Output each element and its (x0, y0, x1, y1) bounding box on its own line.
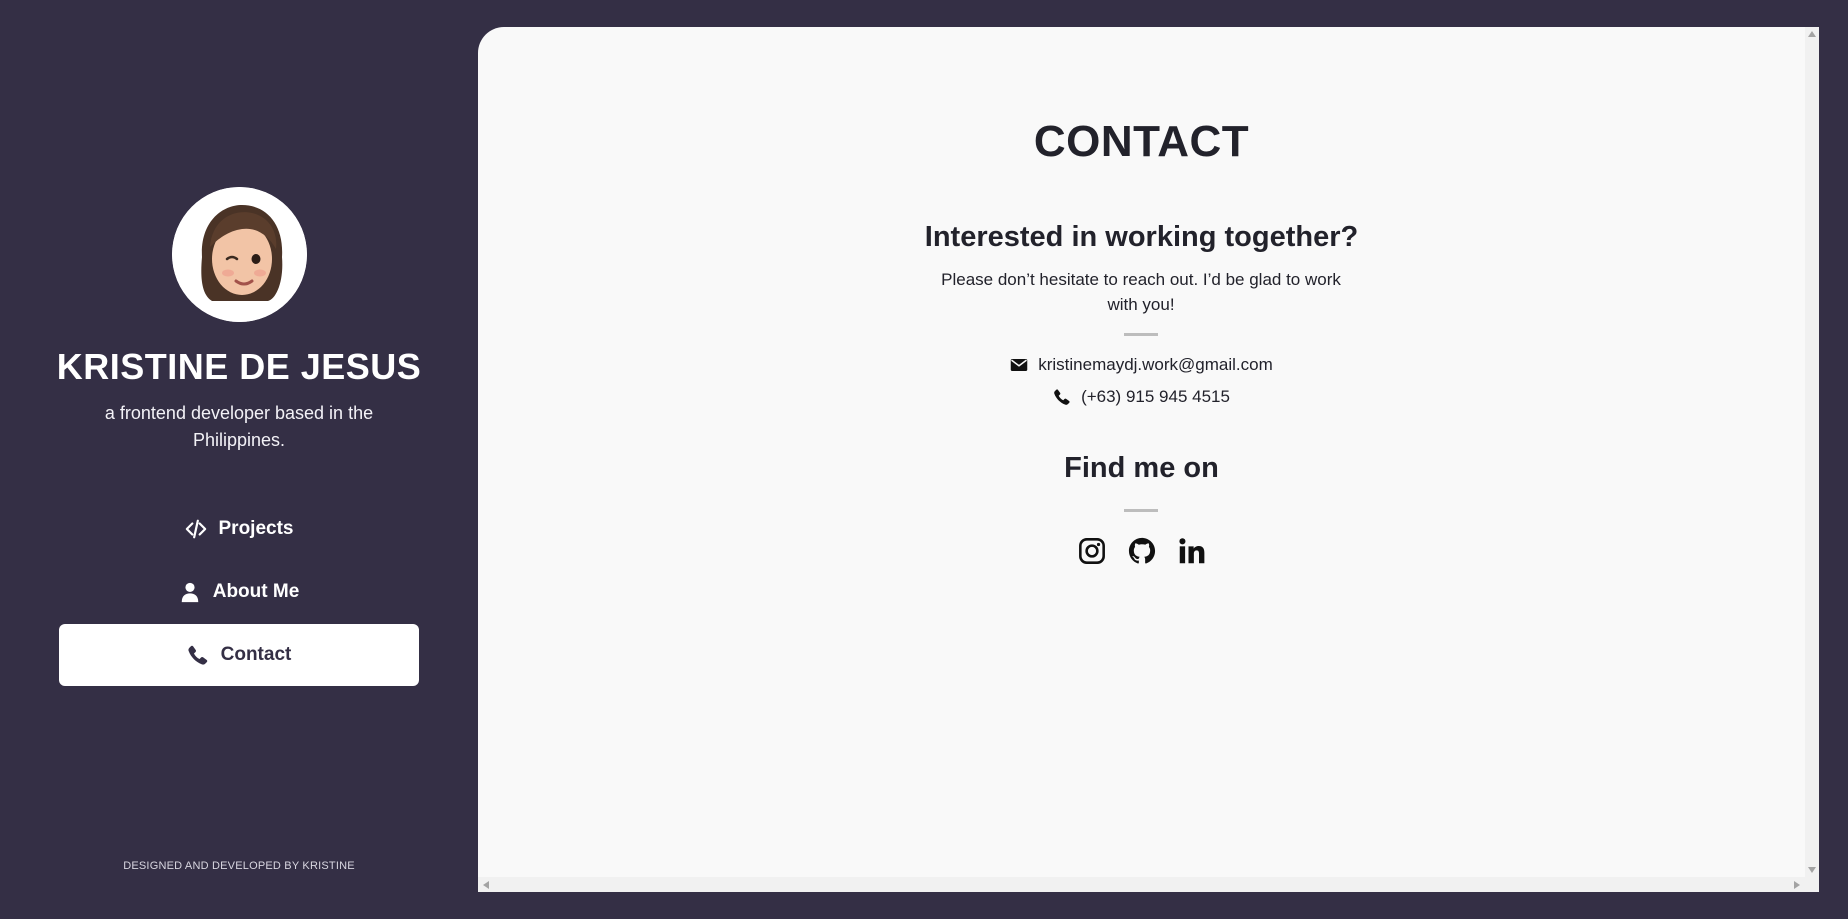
avatar (172, 187, 307, 322)
email-text[interactable]: kristinemaydj.work@gmail.com (1038, 355, 1273, 375)
code-icon (185, 519, 206, 539)
nav-item-projects[interactable]: Projects (59, 498, 419, 560)
scroll-up-arrow-icon[interactable] (1808, 31, 1816, 37)
phone-row[interactable]: (+63) 915 945 4515 (478, 387, 1805, 407)
scroll-right-arrow-icon[interactable] (1794, 881, 1800, 889)
scroll-left-arrow-icon[interactable] (483, 881, 489, 889)
horizontal-scroll-thumb[interactable] (494, 880, 1784, 889)
contact-intro: Please don’t hesitate to reach out. I’d … (941, 270, 1341, 314)
nav-item-label: About Me (212, 581, 300, 602)
social-links (478, 537, 1805, 565)
nav-item-contact[interactable]: Contact (59, 624, 419, 686)
scroll-down-arrow-icon[interactable] (1808, 867, 1816, 873)
phone-text[interactable]: (+63) 915 945 4515 (1081, 387, 1230, 407)
profile-name: KRISTINE DE JESUS (56, 346, 422, 387)
sidebar-nav: Projects About Me Contact (59, 498, 419, 687)
footer-credit: DESIGNED AND DEVELOPED BY KRISTINE (123, 860, 355, 872)
phone-icon (188, 645, 207, 665)
memoji-avatar-icon (172, 187, 307, 322)
phone-icon (1054, 389, 1070, 405)
instagram-icon (1078, 538, 1105, 564)
nav-item-label: Contact (220, 644, 292, 665)
horizontal-scrollbar[interactable] (478, 877, 1819, 892)
instagram-link[interactable] (1078, 537, 1106, 565)
envelope-icon (1010, 359, 1028, 371)
github-link[interactable] (1128, 537, 1156, 565)
vertical-scrollbar[interactable] (1805, 27, 1819, 877)
linkedin-icon (1178, 538, 1204, 564)
sidebar: KRISTINE DE JESUS a frontend developer b… (0, 0, 478, 919)
contact-subtitle: Interested in working together? (924, 221, 1359, 253)
github-icon (1128, 537, 1155, 564)
main-panel: CONTACT Interested in working together? … (478, 27, 1819, 892)
user-icon (181, 582, 198, 603)
email-row[interactable]: kristinemaydj.work@gmail.com (478, 355, 1805, 375)
find-me-title: Find me on (1064, 452, 1219, 484)
divider (1124, 509, 1158, 512)
nav-item-label: Projects (218, 518, 294, 539)
divider (1124, 333, 1158, 336)
page-title: CONTACT (1033, 117, 1250, 166)
profile-tagline: a frontend developer based in the Philip… (104, 403, 374, 450)
nav-item-about-me[interactable]: About Me (59, 561, 419, 623)
contact-section: CONTACT Interested in working together? … (478, 27, 1805, 877)
linkedin-link[interactable] (1178, 537, 1206, 565)
